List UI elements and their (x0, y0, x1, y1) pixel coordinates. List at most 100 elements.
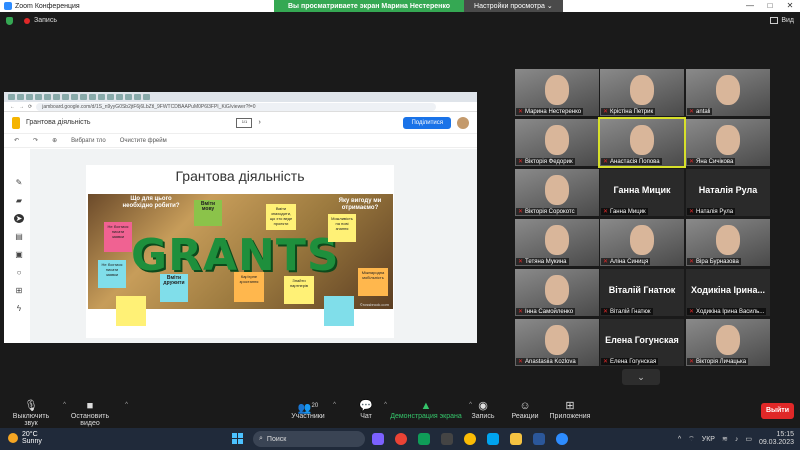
participant-tile[interactable]: ✕ Тетяна Мукина (515, 219, 599, 266)
mute-button[interactable]: 🎙 Выключить звук ^ (6, 400, 66, 427)
sticky-note[interactable]: Вміти мову (194, 200, 222, 226)
edge-icon[interactable] (418, 433, 430, 445)
participants-button[interactable]: 👥20 Участники ^ (290, 400, 336, 420)
participant-tile[interactable]: ✕ Марина Нестеренко (515, 69, 599, 116)
eraser-icon[interactable]: ▰ (14, 196, 24, 205)
clear-frame-button[interactable]: Очистите фрейм (120, 138, 167, 144)
set-background-button[interactable]: Вибрати тло (71, 138, 106, 144)
maximize-button[interactable]: □ (760, 0, 780, 12)
browser-tab[interactable] (8, 94, 15, 100)
word-icon[interactable] (533, 433, 545, 445)
volume-icon[interactable]: ♪ (735, 436, 739, 443)
participant-tile[interactable]: ✕ antali (686, 69, 770, 116)
zoom-icon[interactable]: ⊕ (52, 137, 57, 144)
participant-tile[interactable]: Ходикіна Ірина... ✕ Ходикіна Ірина Василь.… (686, 269, 770, 316)
chrome-icon[interactable] (464, 433, 476, 445)
participant-tile[interactable]: ✕ Вікторія Сорокотс (515, 169, 599, 216)
start-button[interactable] (232, 433, 243, 444)
participant-tile[interactable]: ✕ Яна Сичікова (686, 119, 770, 166)
select-icon[interactable]: ➤ (14, 214, 24, 223)
reactions-button[interactable]: ☺ Реакции (510, 400, 540, 420)
participant-tile[interactable]: Елена Гогунская ✕ Елена Гогунская (600, 319, 684, 366)
close-button[interactable]: ✕ (780, 0, 800, 12)
back-icon[interactable]: ← (10, 104, 15, 110)
caret-up-icon[interactable]: ^ (333, 402, 336, 408)
participant-tile[interactable]: ✕ Анастасія Попова (598, 117, 686, 168)
sticky-note[interactable]: Не бохтися писати заявки (104, 222, 132, 252)
battery-icon[interactable]: ▭ (745, 435, 752, 443)
browser-tab[interactable] (26, 94, 33, 100)
folder-icon[interactable] (510, 433, 522, 445)
caret-up-icon[interactable]: ^ (384, 402, 387, 408)
zoom-app-icon[interactable] (556, 433, 568, 445)
participant-tile[interactable]: Наталія Рула ✕ Наталія Рула (686, 169, 770, 216)
sticky-note[interactable]: Вміти дружити (160, 274, 188, 302)
redo-icon[interactable]: ↷ (33, 137, 38, 144)
browser-tab[interactable] (89, 94, 96, 100)
account-avatar[interactable] (457, 116, 469, 129)
browser-tab[interactable] (53, 94, 60, 100)
circle-icon[interactable]: ○ (14, 268, 24, 277)
browser-tab[interactable] (44, 94, 51, 100)
sticky-note[interactable]: Не бохтися писати заявки (98, 260, 126, 288)
chat-button[interactable]: 💬 Чат ^ (355, 400, 387, 420)
undo-icon[interactable]: ↶ (14, 137, 19, 144)
browser-tab[interactable] (107, 94, 114, 100)
clock[interactable]: 15:15 09.03.2023 (759, 431, 794, 447)
browser-tab[interactable] (143, 94, 150, 100)
sticky-note-icon[interactable]: ▤ (14, 232, 24, 241)
browser-tab[interactable] (80, 94, 87, 100)
jamboard-title[interactable]: Грантова діяльність (26, 119, 90, 126)
participant-tile[interactable]: ✕ Віра Бурназова (686, 219, 770, 266)
exit-button[interactable]: Выйти (761, 403, 794, 419)
sticky-note[interactable]: Можливість на нові знання (328, 214, 356, 242)
store-icon[interactable] (487, 433, 499, 445)
laser-icon[interactable]: ϟ (14, 304, 24, 313)
browser-tab[interactable] (125, 94, 132, 100)
sticky-note[interactable]: Міжнародна мобільність (358, 268, 388, 296)
participant-tile[interactable]: ✕ Anastasiia Kozlova (515, 319, 599, 366)
browser-tab[interactable] (35, 94, 42, 100)
language-indicator[interactable]: УКР (702, 436, 715, 443)
sticky-note[interactable]: Вміти знаходити, що хто веде проекти (266, 204, 296, 230)
wifi-icon[interactable]: ≋ (722, 435, 728, 443)
browser-tab[interactable] (116, 94, 123, 100)
participant-tile[interactable]: ✕ Вікторія Личацька (686, 319, 770, 366)
browser-tab[interactable] (17, 94, 24, 100)
sticky-note[interactable]: Знайти партнерів (284, 276, 314, 304)
chevron-up-icon[interactable]: ^ (678, 436, 681, 443)
participant-tile[interactable]: ✕ Крістіна Петрик (600, 69, 684, 116)
shield-icon[interactable] (6, 17, 13, 25)
forward-icon[interactable]: → (19, 104, 24, 110)
participant-tile[interactable]: Віталій Гнатюк ✕ Віталій Гнатюк (600, 269, 684, 316)
sticky-note[interactable] (324, 296, 354, 326)
weather-widget[interactable]: 20°C Sunny (8, 431, 42, 445)
pen-icon[interactable]: ✎ (14, 178, 24, 187)
participant-tile[interactable]: ✕ Інна Самойленко (515, 269, 599, 316)
chrome-icon[interactable] (395, 433, 407, 445)
next-frame-icon[interactable]: › (258, 119, 260, 126)
grants-image[interactable]: GRANTS Що для цього необхідно робити? Як… (88, 194, 393, 309)
collapse-gallery-button[interactable]: ⌄ (622, 369, 660, 385)
view-button[interactable]: Вид (770, 17, 794, 24)
view-options-button[interactable]: Настройки просмотра ⌄ (464, 0, 563, 12)
share-button[interactable]: Поділитися (403, 116, 451, 129)
reload-icon[interactable]: ⟳ (28, 104, 32, 110)
browser-tab[interactable] (71, 94, 78, 100)
file-explorer-icon[interactable] (441, 433, 453, 445)
taskbar-app-icon[interactable] (372, 433, 384, 445)
add-image-icon[interactable]: ▣ (14, 250, 24, 259)
text-box-icon[interactable]: ⊞ (14, 286, 24, 295)
recording-indicator[interactable]: Запись (24, 17, 57, 24)
sticky-note[interactable] (116, 296, 146, 326)
network-icon[interactable]: ⌔ (688, 435, 695, 444)
address-bar[interactable]: jamboard.google.com/d/1S_n9yyG0Sb2jtF6j6… (36, 102, 437, 111)
caret-up-icon[interactable]: ^ (125, 402, 128, 408)
record-button[interactable]: ◉ Запись (470, 400, 496, 420)
minimize-button[interactable]: — (740, 0, 760, 12)
sticky-note[interactable]: Кар'єрне зростання (234, 272, 264, 302)
taskbar-search[interactable]: ⌕ Поиск (253, 431, 365, 447)
apps-button[interactable]: ⊞ Приложения (548, 400, 592, 420)
participant-tile[interactable]: ✕ Аліна Синиця (600, 219, 684, 266)
browser-tab[interactable] (98, 94, 105, 100)
